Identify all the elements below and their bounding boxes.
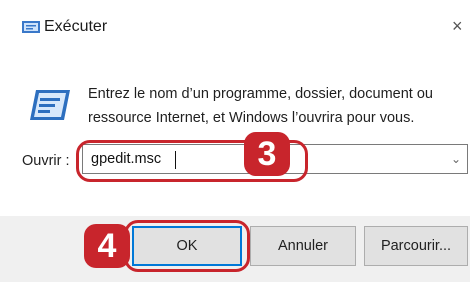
dialog-description: Entrez le nom d’un programme, dossier, d… — [88, 82, 458, 130]
open-field-label: Ouvrir : — [22, 153, 70, 169]
description-line-1: Entrez le nom d’un programme, dossier, d… — [88, 86, 433, 102]
window-title: Exécuter — [44, 18, 108, 35]
dialog-body — [0, 50, 470, 216]
run-icon — [22, 21, 40, 33]
run-dialog: Exécuter × Entrez le nom d’un programme,… — [0, 0, 470, 282]
title-bar: Exécuter × — [0, 0, 470, 50]
highlight-ring-ok-button — [124, 220, 250, 272]
step-3-badge: 3 — [244, 132, 290, 176]
run-icon — [30, 90, 70, 120]
step-4-badge: 4 — [84, 224, 130, 268]
browse-button[interactable]: Parcourir... — [364, 226, 468, 266]
chevron-down-icon[interactable]: ⌄ — [451, 152, 461, 166]
cancel-button[interactable]: Annuler — [250, 226, 356, 266]
description-line-2: ressource Internet, et Windows l’ouvrira… — [88, 110, 415, 126]
close-icon[interactable]: × — [452, 14, 470, 38]
